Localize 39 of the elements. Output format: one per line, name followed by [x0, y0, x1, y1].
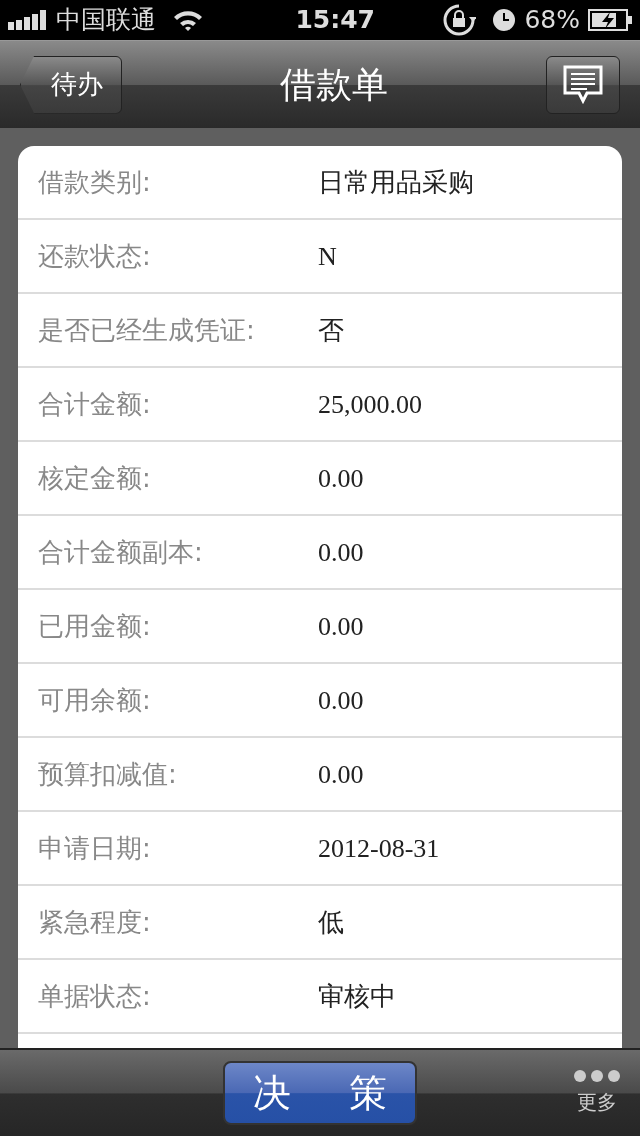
field-label: 还款状态:: [37, 239, 152, 273]
field-label: 申请日期:: [37, 831, 152, 865]
field-value: 2012-08-31: [318, 832, 440, 865]
field-value: 否: [318, 314, 344, 347]
more-button[interactable]: 更多: [572, 1068, 622, 1118]
signal-icon: [8, 10, 48, 30]
comment-icon: [561, 63, 605, 106]
alarm-icon: [492, 8, 517, 32]
page-title: 借款单: [280, 62, 388, 107]
field-label: 合计金额副本:: [37, 535, 204, 569]
more-icon: [573, 1069, 621, 1083]
clock-time: 15:47: [294, 4, 375, 37]
field-value: 日常用品采购: [318, 166, 474, 199]
field-label: 合计金额:: [37, 387, 152, 421]
field-label: 核定金额:: [37, 461, 152, 495]
carrier-name: 中国联通: [56, 4, 156, 37]
field-value: 0.00: [318, 684, 364, 717]
decide-button[interactable]: 决 策: [223, 1061, 417, 1125]
back-button[interactable]: 待办: [20, 55, 122, 114]
field-value: 低: [318, 906, 344, 939]
battery-percent: 68%: [524, 4, 580, 37]
field-label: 紧急程度:: [37, 905, 152, 939]
field-label: 可用余额:: [37, 683, 152, 717]
field-label: 已用金额:: [37, 609, 152, 643]
field-label: 借款类别:: [37, 165, 152, 199]
field-value: 25,000.00: [318, 388, 422, 421]
field-value: 0.00: [318, 610, 364, 643]
field-label: 单据状态:: [37, 979, 152, 1013]
field-value: 0.00: [318, 536, 364, 569]
field-label: 预算扣减值:: [37, 757, 178, 791]
field-value: N: [318, 240, 337, 273]
comment-button[interactable]: [546, 55, 620, 114]
field-value: 审核中: [318, 980, 396, 1013]
rotation-lock-icon: [442, 3, 477, 37]
field-value: 0.00: [318, 758, 364, 791]
field-value: 0.00: [318, 462, 364, 495]
field-label: 是否已经生成凭证:: [37, 313, 256, 347]
wifi-icon: [172, 8, 204, 32]
battery-icon: [588, 9, 632, 31]
